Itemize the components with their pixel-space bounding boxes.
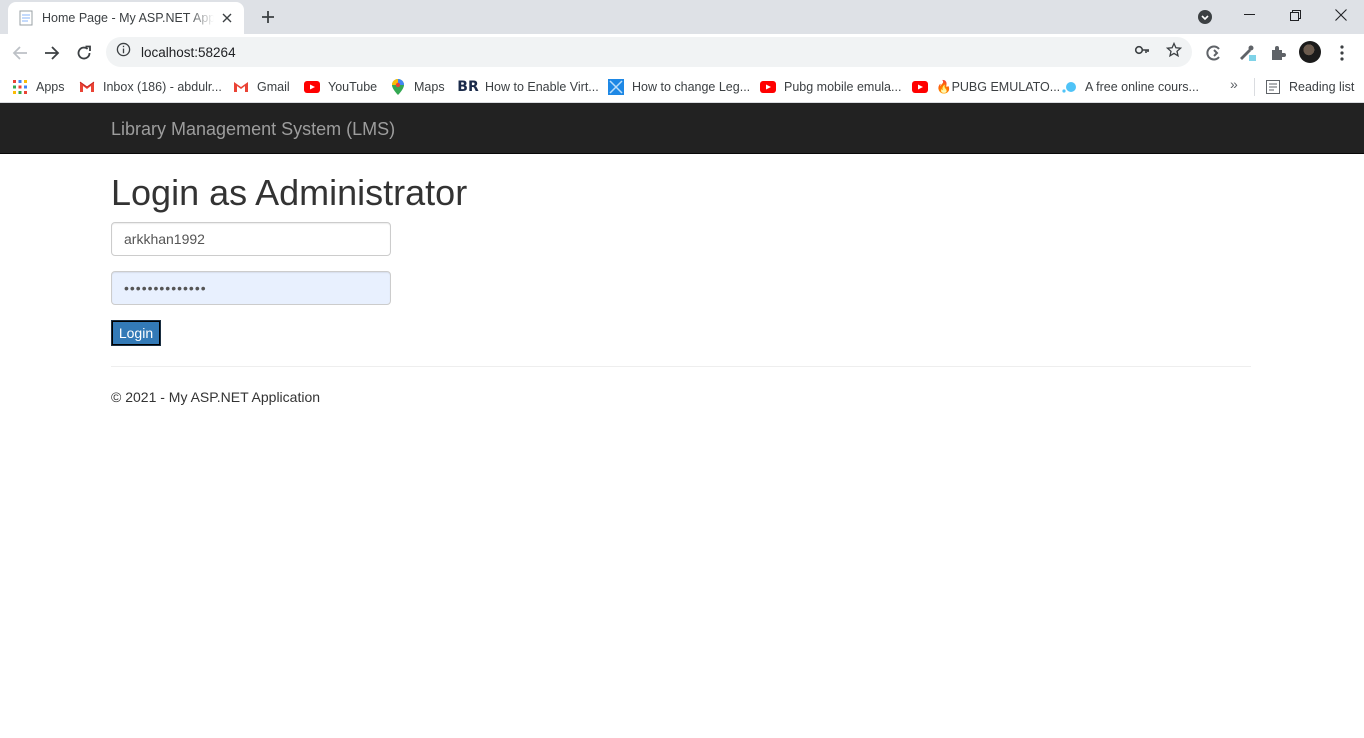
maps-pin-icon [390,79,406,95]
url-text: localhost:58264 [141,44,236,60]
bookmark-gmail[interactable]: Gmail [233,76,290,98]
reading-list-icon [1265,79,1281,95]
menu-dots-icon[interactable] [1331,42,1353,64]
extensions-puzzle-icon[interactable] [1267,42,1289,64]
restore-icon[interactable] [1272,0,1318,30]
dots-icon [1061,79,1077,95]
blue-square-icon [608,79,624,95]
bookmark-maps[interactable]: Maps [390,76,445,98]
youtube-icon [760,79,776,95]
bookmark-star-icon[interactable] [1165,41,1183,59]
footer-divider [111,366,1251,367]
bookmark-label: How to Enable Virt... [485,80,599,94]
forward-arrow-icon[interactable] [38,39,66,67]
footer-text: © 2021 - My ASP.NET Application [111,389,321,405]
bookmark-label: Apps [36,80,65,94]
password-input[interactable] [111,271,391,305]
tab-strip: Home Page - My ASP.NET Applic [0,0,1364,34]
back-arrow-icon[interactable] [6,39,34,67]
bookmark-label: How to change Leg... [632,80,751,94]
youtube-icon [912,79,928,95]
site-brand-link[interactable]: Library Management System (LMS) [111,119,395,140]
close-window-icon[interactable] [1318,0,1364,30]
site-navbar: Library Management System (LMS) [0,103,1364,154]
youtube-icon [304,79,320,95]
browser-toolbar: localhost:58264 [0,34,1364,71]
more-bookmarks-chevron-icon[interactable]: » [1230,76,1238,92]
bookmark-youtube[interactable]: YouTube [304,76,377,98]
reading-list-label: Reading list [1289,80,1355,94]
bookmarks-divider [1254,78,1255,96]
bookmark-change-leg[interactable]: How to change Leg... [608,76,750,98]
profile-avatar[interactable] [1299,41,1321,63]
bookmark-label: Gmail [257,80,290,94]
tab-close-icon[interactable] [218,9,236,27]
bookmark-apps[interactable]: Apps [12,76,65,98]
site-info-icon[interactable] [116,42,131,62]
bookmarks-bar: Apps Inbox (186) - abdulr... Gmail YouTu… [0,71,1364,103]
login-button[interactable]: Login [111,320,161,346]
browser-tab[interactable]: Home Page - My ASP.NET Applic [8,2,244,34]
bookmark-pubg-emulator[interactable]: Pubg mobile emula... [760,76,901,98]
bookmark-label: A free online cours... [1085,80,1199,94]
page-title: Login as Administrator [111,172,468,213]
key-icon[interactable] [1133,41,1151,59]
bookmark-label: Pubg mobile emula... [784,80,902,94]
minimize-icon[interactable] [1226,0,1272,30]
extension-refresh-icon[interactable] [1203,42,1225,64]
new-tab-icon[interactable] [256,6,280,28]
bookmark-pubg-emulato[interactable]: 🔥PUBG EMULATO... [912,76,1060,98]
reload-icon[interactable] [70,39,98,67]
bookmark-label: Inbox (186) - abdulr... [103,80,222,94]
tab-search-icon[interactable] [1196,8,1214,26]
bookmark-enable-virt[interactable]: BR How to Enable Virt... [457,76,599,98]
bookmark-label: Maps [414,80,445,94]
reading-list-button[interactable]: Reading list [1265,76,1354,98]
page-favicon-icon [18,10,34,26]
br-icon: BR [457,79,479,95]
apps-grid-icon [12,79,28,95]
gmail-icon [79,79,95,95]
bookmark-free-course[interactable]: A free online cours... [1061,76,1199,98]
bookmark-label: 🔥PUBG EMULATO... [936,79,1061,94]
tab-title: Home Page - My ASP.NET Applic [42,11,214,25]
bookmark-inbox[interactable]: Inbox (186) - abdulr... [79,76,222,98]
eyedropper-extension-icon[interactable] [1236,42,1258,64]
gmail-icon [233,79,249,95]
username-input[interactable] [111,222,391,256]
address-bar[interactable]: localhost:58264 [106,37,1192,67]
bookmark-label: YouTube [328,80,378,94]
